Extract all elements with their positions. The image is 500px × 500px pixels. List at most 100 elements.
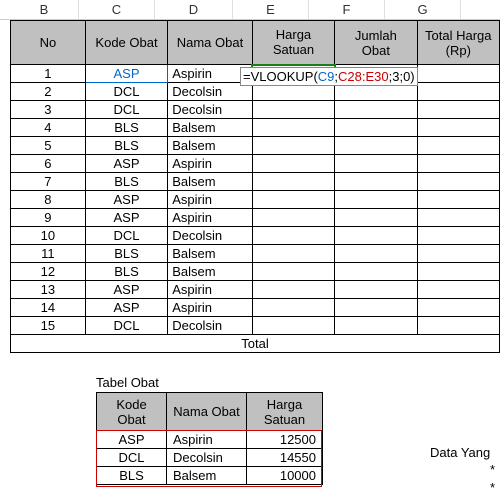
cell-kode[interactable]: BLS <box>85 263 167 281</box>
cell-total[interactable] <box>417 245 499 263</box>
formula-editor[interactable]: =VLOOKUP(C9;C28:E30;3;0) <box>240 67 418 86</box>
cell-harga[interactable] <box>252 137 334 155</box>
cell-total[interactable] <box>417 155 499 173</box>
cell-harga[interactable] <box>252 245 334 263</box>
th-harga[interactable]: Harga Satuan <box>252 21 334 65</box>
col-header-e[interactable]: E <box>233 0 309 19</box>
cell-nama[interactable]: Balsem <box>168 119 253 137</box>
cell-kode[interactable]: ASP <box>85 299 167 317</box>
cell-jumlah[interactable] <box>335 317 417 335</box>
col-header-f[interactable]: F <box>309 0 385 19</box>
cell-kode[interactable]: BLS <box>85 173 167 191</box>
cell-total[interactable] <box>417 263 499 281</box>
cell-no[interactable]: 15 <box>11 317 86 335</box>
cell-nama[interactable]: Decolsin <box>168 317 253 335</box>
cell-jumlah[interactable] <box>335 119 417 137</box>
col-header-c[interactable]: C <box>79 0 155 19</box>
cell-total[interactable] <box>417 281 499 299</box>
cell-nama[interactable]: Balsem <box>168 263 253 281</box>
cell-harga[interactable] <box>252 101 334 119</box>
cell-harga[interactable] <box>252 191 334 209</box>
th-jumlah[interactable]: Jumlah Obat <box>335 21 417 65</box>
cell-nama[interactable]: Decolsin <box>168 101 253 119</box>
cell-harga[interactable] <box>252 173 334 191</box>
cell-harga[interactable] <box>252 263 334 281</box>
lcell-nama[interactable]: Aspirin <box>167 431 247 449</box>
th-nama[interactable]: Nama Obat <box>168 21 253 65</box>
cell-harga[interactable] <box>252 299 334 317</box>
cell-jumlah[interactable] <box>335 299 417 317</box>
cell-harga[interactable] <box>252 317 334 335</box>
cell-jumlah[interactable] <box>335 101 417 119</box>
cell-no[interactable]: 8 <box>11 191 86 209</box>
cell-total[interactable] <box>417 227 499 245</box>
cell-total[interactable] <box>417 137 499 155</box>
cell-jumlah[interactable] <box>335 191 417 209</box>
col-header-b[interactable]: B <box>10 0 79 19</box>
cell-total[interactable] <box>417 191 499 209</box>
cell-no[interactable]: 13 <box>11 281 86 299</box>
cell-harga[interactable] <box>252 119 334 137</box>
cell-jumlah[interactable] <box>335 227 417 245</box>
lcell-kode[interactable]: ASP <box>97 431 167 449</box>
cell-kode[interactable]: ASP <box>85 65 167 83</box>
cell-total[interactable] <box>417 101 499 119</box>
cell-jumlah[interactable] <box>335 155 417 173</box>
cell-kode[interactable]: ASP <box>85 281 167 299</box>
cell-total[interactable] <box>417 299 499 317</box>
cell-jumlah[interactable] <box>335 137 417 155</box>
cell-kode[interactable]: DCL <box>85 101 167 119</box>
cell-total[interactable] <box>417 83 499 101</box>
cell-total[interactable] <box>417 209 499 227</box>
cell-nama[interactable]: Aspirin <box>168 299 253 317</box>
cell-kode[interactable]: DCL <box>85 227 167 245</box>
cell-total[interactable] <box>417 173 499 191</box>
cell-jumlah[interactable] <box>335 209 417 227</box>
lcell-harga[interactable]: 12500 <box>247 431 323 449</box>
cell-harga[interactable] <box>252 281 334 299</box>
cell-kode[interactable]: ASP <box>85 209 167 227</box>
cell-total[interactable] <box>417 317 499 335</box>
th-no[interactable]: No <box>11 21 86 65</box>
lcell-nama[interactable]: Decolsin <box>167 449 247 467</box>
cell-no[interactable]: 1 <box>11 65 86 83</box>
cell-no[interactable]: 11 <box>11 245 86 263</box>
cell-no[interactable]: 7 <box>11 173 86 191</box>
lth-harga[interactable]: Harga Satuan <box>247 393 323 431</box>
cell-kode[interactable]: ASP <box>85 191 167 209</box>
cell-harga[interactable] <box>252 155 334 173</box>
th-total[interactable]: Total Harga (Rp) <box>417 21 499 65</box>
cell-nama[interactable]: Balsem <box>168 245 253 263</box>
cell-jumlah[interactable] <box>335 173 417 191</box>
cell-kode[interactable]: DCL <box>85 83 167 101</box>
lcell-harga[interactable]: 10000 <box>247 467 323 485</box>
cell-nama[interactable]: Aspirin <box>168 209 253 227</box>
cell-kode[interactable]: BLS <box>85 119 167 137</box>
cell-no[interactable]: 10 <box>11 227 86 245</box>
cell-nama[interactable]: Balsem <box>168 173 253 191</box>
cell-harga[interactable] <box>252 209 334 227</box>
total-label[interactable]: Total <box>11 335 500 353</box>
cell-kode[interactable]: BLS <box>85 245 167 263</box>
cell-no[interactable]: 14 <box>11 299 86 317</box>
cell-kode[interactable]: ASP <box>85 155 167 173</box>
cell-no[interactable]: 2 <box>11 83 86 101</box>
cell-kode[interactable]: DCL <box>85 317 167 335</box>
cell-jumlah[interactable] <box>335 281 417 299</box>
cell-no[interactable]: 12 <box>11 263 86 281</box>
cell-harga[interactable] <box>252 227 334 245</box>
cell-jumlah[interactable] <box>335 245 417 263</box>
cell-no[interactable]: 9 <box>11 209 86 227</box>
lcell-nama[interactable]: Balsem <box>167 467 247 485</box>
cell-nama[interactable]: Aspirin <box>168 155 253 173</box>
cell-no[interactable]: 5 <box>11 137 86 155</box>
cell-nama[interactable]: Decolsin <box>168 227 253 245</box>
cell-no[interactable]: 6 <box>11 155 86 173</box>
th-kode[interactable]: Kode Obat <box>85 21 167 65</box>
lookup-table-label[interactable]: Tabel Obat <box>96 375 500 390</box>
col-header-g[interactable]: G <box>385 0 461 19</box>
lcell-kode[interactable]: DCL <box>97 449 167 467</box>
cell-no[interactable]: 4 <box>11 119 86 137</box>
col-header-d[interactable]: D <box>155 0 233 19</box>
lth-nama[interactable]: Nama Obat <box>167 393 247 431</box>
